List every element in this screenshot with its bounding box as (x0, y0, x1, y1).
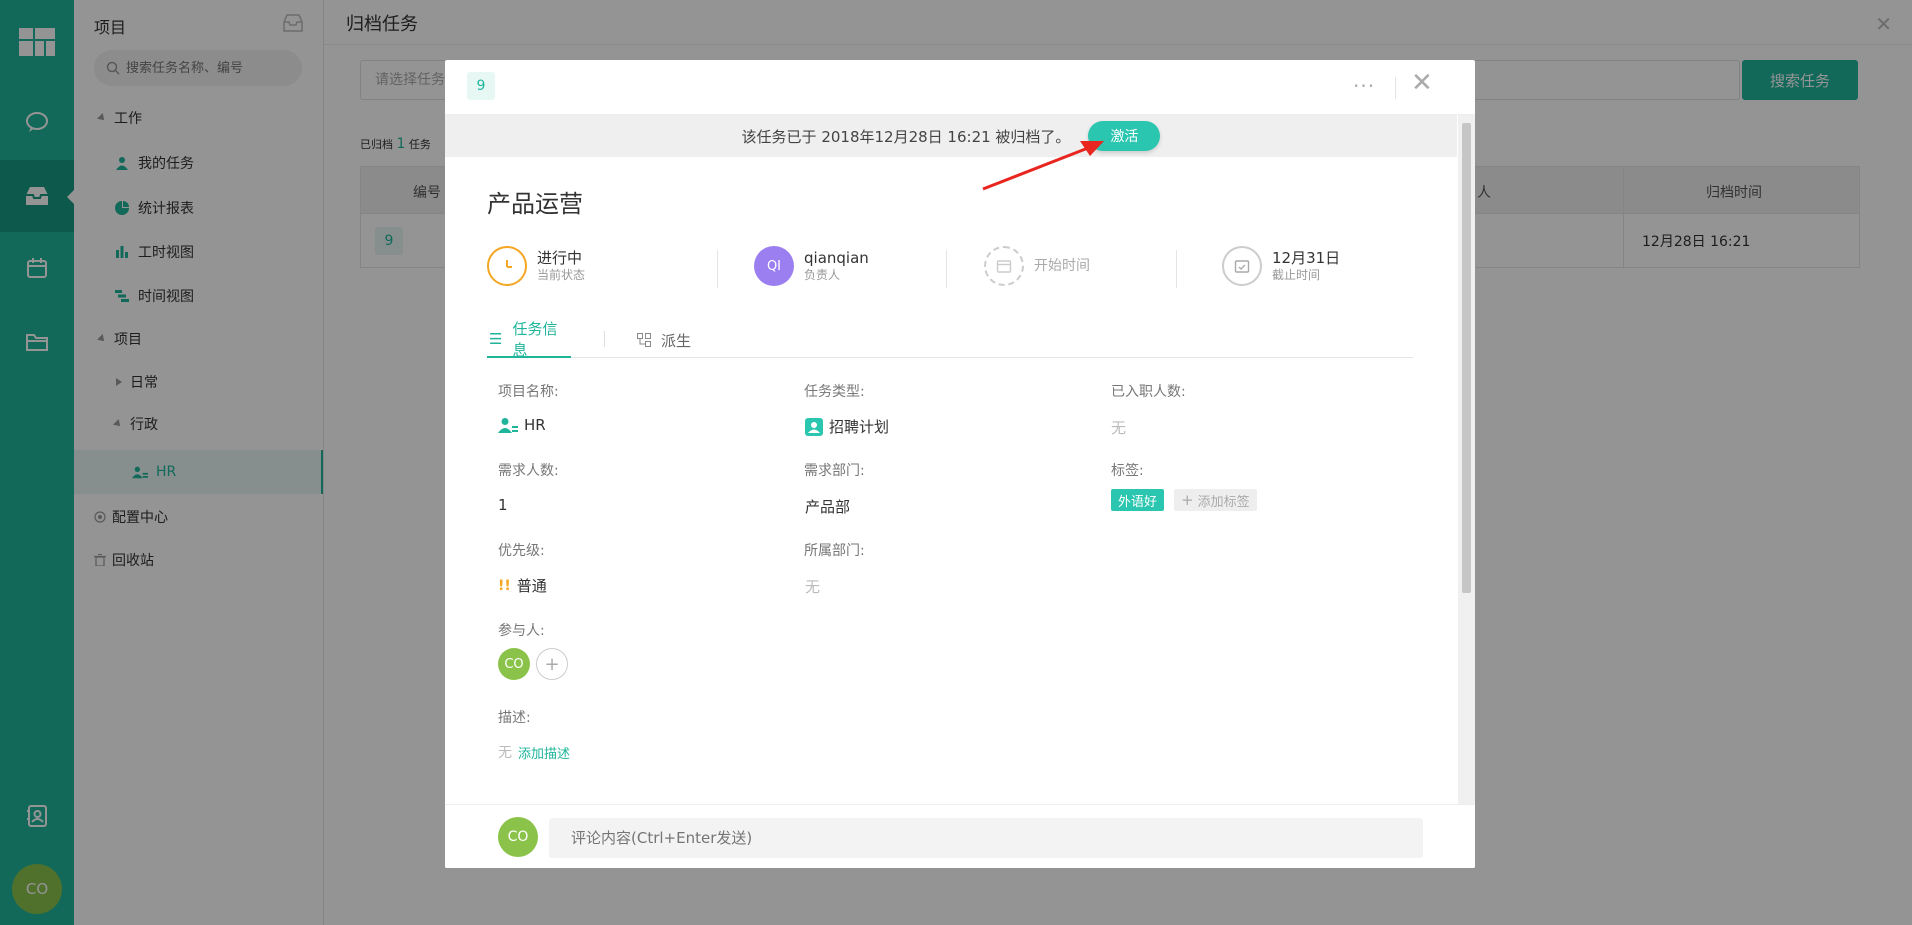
calendar-icon (984, 246, 1024, 286)
comment-input[interactable] (549, 818, 1423, 858)
task-type-value[interactable]: 招聘计划 (805, 416, 889, 437)
plus-icon: + (1181, 491, 1194, 509)
tab-task-info[interactable]: ☰ 任务信息 (487, 320, 571, 359)
add-participant-button[interactable]: + (536, 648, 568, 680)
status-value: 进行中 (537, 249, 583, 267)
owner-label: 负责人 (804, 268, 841, 282)
meta-divider (717, 250, 718, 288)
more-options-icon[interactable]: ··· (1353, 74, 1375, 98)
calendar-check-icon (1222, 246, 1262, 286)
comment-bar: CO (445, 804, 1475, 868)
description-empty: 无 (498, 745, 512, 761)
tag-chip[interactable]: 外语好 (1111, 489, 1165, 511)
clock-icon (487, 246, 527, 286)
task-title[interactable]: 产品运营 (487, 184, 583, 219)
description-value: 无 添加描述 (498, 742, 570, 762)
demand-count-value[interactable]: 1 (498, 496, 508, 514)
project-name: HR (524, 416, 546, 434)
task-id-badge: 9 (467, 72, 495, 100)
scrollbar-thumb[interactable] (1462, 123, 1471, 593)
owner-value: qianqian (804, 249, 869, 267)
modal-scrollbar[interactable] (1458, 115, 1475, 863)
participants-label: 参与人: (498, 623, 545, 639)
priority-label: 优先级: (498, 543, 545, 559)
tags-label: 标签: (1111, 463, 1144, 479)
modal-header: 9 ··· ✕ (445, 60, 1475, 115)
start-time-meta[interactable]: 开始时间 (984, 244, 1090, 288)
demand-count-label: 需求人数: (498, 463, 559, 479)
meta-divider (946, 250, 947, 288)
belong-dept-value[interactable]: 无 (805, 576, 820, 597)
task-detail-modal: 9 ··· ✕ 该任务已于 2018年12月28日 16:21 被归档了。 激活… (445, 60, 1475, 868)
demand-dept-label: 需求部门: (804, 463, 865, 479)
participants-list: CO + (498, 648, 568, 680)
participant-avatar[interactable]: CO (498, 648, 530, 680)
status-meta[interactable]: 进行中 当前状态 (487, 244, 585, 288)
tab-label: 任务信息 (512, 320, 558, 359)
detail-tabs: ☰ 任务信息 派生 (487, 320, 1413, 359)
add-description-link[interactable]: 添加描述 (518, 743, 570, 762)
meta-divider (1176, 250, 1177, 288)
archived-banner-text: 该任务已于 2018年12月28日 16:21 被归档了。 (741, 127, 1071, 146)
status-label: 当前状态 (537, 268, 586, 282)
demand-dept-value[interactable]: 产品部 (805, 496, 850, 517)
hired-count-value[interactable]: 无 (1111, 417, 1126, 438)
branch-icon (637, 333, 651, 347)
list-icon: ☰ (489, 330, 503, 348)
belong-dept-label: 所属部门: (804, 543, 865, 559)
add-tag-label: 添加标签 (1197, 494, 1250, 510)
due-date-label: 截止时间 (1272, 268, 1321, 282)
archived-banner: 该任务已于 2018年12月28日 16:21 被归档了。 激活 (445, 115, 1457, 157)
due-date-value: 12月31日 (1272, 249, 1341, 267)
description-label: 描述: (498, 710, 531, 726)
due-date-meta[interactable]: 12月31日 截止时间 (1222, 244, 1340, 288)
tab-derive[interactable]: 派生 (637, 322, 691, 358)
commenter-avatar: CO (498, 817, 538, 857)
hired-count-label: 已入职人数: (1111, 384, 1186, 400)
activate-button[interactable]: 激活 (1088, 121, 1161, 151)
tab-divider (604, 331, 605, 347)
tags-value: 外语好 + 添加标签 (1111, 489, 1257, 511)
task-type: 招聘计划 (829, 418, 890, 436)
priority-mark: !! (498, 577, 511, 594)
tab-label: 派生 (661, 331, 692, 350)
modal-close-icon[interactable]: ✕ (1411, 70, 1433, 96)
owner-meta[interactable]: QI qianqian 负责人 (754, 244, 869, 288)
priority: 普通 (516, 577, 547, 595)
owner-avatar: QI (754, 246, 794, 286)
priority-value[interactable]: !! 普通 (498, 575, 547, 596)
task-type-label: 任务类型: (804, 384, 865, 400)
start-time-label: 开始时间 (1034, 258, 1090, 274)
project-name-label: 项目名称: (498, 384, 559, 400)
recruit-icon (805, 417, 823, 436)
header-divider (1395, 77, 1396, 99)
user-list-icon (498, 417, 518, 433)
add-tag-button[interactable]: + 添加标签 (1174, 489, 1257, 511)
project-name-value[interactable]: HR (498, 416, 546, 434)
